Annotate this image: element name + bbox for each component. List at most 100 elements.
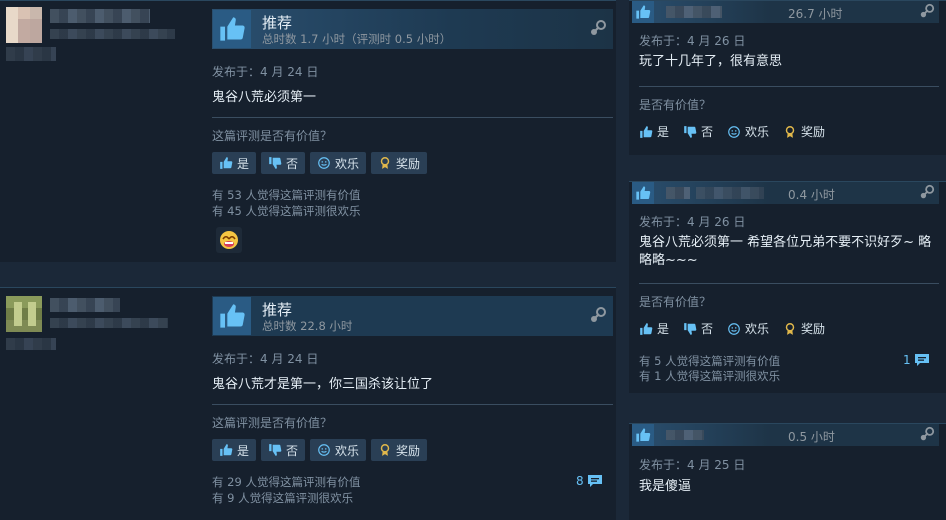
vote-yes-button[interactable]: 是 [212,152,257,174]
comment-count: 1 [903,353,911,367]
award-icon [380,157,390,169]
vote-yes-button[interactable]: 是 [212,439,257,461]
review-author[interactable] [6,7,201,61]
comment-bubble-icon [587,475,602,487]
vote-no-label: 否 [701,322,714,336]
divider [212,117,613,118]
award-label: 奖励 [396,156,421,171]
review-card: 推荐 总时数 22.8 小时 发布于：4 月 24 日 鬼谷八荒才是第一，你三国… [0,287,616,520]
award-icon [380,444,390,456]
main-review-column: 推荐 总时数 1.7 小时（评测时 0.5 小时） 发布于：4 月 24 日 鬼… [0,0,616,520]
review-separator [0,262,616,286]
author-name-blurred[interactable] [50,298,120,312]
comment-count-link[interactable]: 1 [903,353,930,367]
thumbs-up-icon [220,157,233,169]
posted-date: 发布于：4 月 26 日 [639,34,746,48]
recommendation-label: 推荐 [262,301,293,319]
received-award-icon[interactable] [216,227,242,253]
review-content: 鬼谷八荒必须第一 希望各位兄弟不要不识好歹~ 略略略~~~ [639,235,932,268]
award-button[interactable]: 奖励 [371,439,428,461]
steam-icon[interactable] [919,426,935,442]
thumbs-up-icon [632,1,654,23]
vote-funny-label: 欢乐 [745,125,770,139]
vote-buttons: 是 否 欢乐 奖励 [212,152,428,174]
recommendation-label: 推荐 [262,14,293,32]
vote-no-button[interactable]: 否 [683,123,713,140]
award-button[interactable]: 奖励 [783,123,825,140]
helpful-count: 有 53 人觉得这篇评测有价值 [212,188,361,202]
recommendation-header: 推荐 总时数 1.7 小时（评测时 0.5 小时） [212,9,613,49]
funny-count: 有 1 人觉得这篇评测很欢乐 [639,369,781,383]
smiley-icon [728,322,740,335]
vote-no-label: 否 [286,156,299,171]
side-review-card: 0.4 小时 发布于：4 月 26 日 鬼谷八荒必须第一 希望各位兄弟不要不识好… [629,181,946,393]
hours-played: 总时数 22.8 小时 [262,319,353,333]
thumbs-down-icon [684,322,697,335]
vote-no-button[interactable]: 否 [683,320,713,337]
avatar[interactable] [6,296,42,332]
thumbs-down-icon [269,444,282,456]
author-avatar-fragment [6,338,56,350]
award-label: 奖励 [396,443,421,458]
award-icon [785,322,795,335]
author-name-blurred[interactable] [666,187,690,199]
hours-played: 0.4 小时 [788,188,835,202]
author-name-blurred[interactable] [666,6,722,18]
posted-date: 发布于：4 月 24 日 [212,352,319,366]
vote-funny-label: 欢乐 [335,156,360,171]
smiley-icon [318,444,330,456]
vote-buttons: 是 否 欢乐 奖励 [639,320,825,337]
award-label: 奖励 [801,322,826,336]
posted-date: 发布于：4 月 24 日 [212,65,319,79]
vote-funny-label: 欢乐 [335,443,360,458]
vote-funny-button[interactable]: 欢乐 [727,123,769,140]
vote-funny-button[interactable]: 欢乐 [310,152,367,174]
vote-yes-button[interactable]: 是 [639,320,669,337]
review-author[interactable] [6,296,201,350]
hours-played: 总时数 1.7 小时（评测时 0.5 小时） [262,32,452,46]
review-content: 玩了十几年了，很有意思 [639,54,783,69]
helpful-question: 这篇评测是否有价值？ [212,416,333,430]
recommendation-header: 推荐 总时数 22.8 小时 [212,296,613,336]
thumbs-up-icon [640,322,653,335]
author-avatar-fragment [6,47,56,61]
steam-icon[interactable] [919,3,935,19]
avatar[interactable] [6,7,42,43]
vote-yes-button[interactable]: 是 [639,123,669,140]
steam-icon[interactable] [919,184,935,200]
side-review-card: 26.7 小时 发布于：4 月 26 日 玩了十几年了，很有意思 是否有价值？ … [629,0,946,155]
author-stats-blurred [50,318,168,328]
vote-funny-button[interactable]: 欢乐 [310,439,367,461]
vote-yes-label: 是 [237,443,250,458]
posted-date: 发布于：4 月 25 日 [639,458,746,472]
helpful-count: 有 29 人觉得这篇评测有价值 [212,475,361,489]
thumbs-up-icon [632,424,654,446]
author-stats-blurred [50,29,175,39]
recommendation-header: 0.5 小时 [632,424,939,446]
vote-no-button[interactable]: 否 [261,152,306,174]
thumbs-up-icon [640,125,653,138]
divider [212,404,613,405]
vote-funny-label: 欢乐 [745,322,770,336]
award-button[interactable]: 奖励 [783,320,825,337]
vote-funny-button[interactable]: 欢乐 [727,320,769,337]
vote-buttons: 是 否 欢乐 奖励 [639,123,825,140]
steam-icon[interactable] [589,306,607,324]
vote-no-button[interactable]: 否 [261,439,306,461]
hours-played: 26.7 小时 [788,7,843,21]
helpful-question: 这篇评测是否有价值？ [212,129,333,143]
recommendation-header: 0.4 小时 [632,182,939,204]
steam-icon[interactable] [589,19,607,37]
review-stats: 有 5 人觉得这篇评测有价值 有 1 人觉得这篇评测很欢乐 [639,354,780,384]
comment-bubble-icon [914,354,929,366]
comment-count-link[interactable]: 8 [576,474,603,488]
thumbs-down-icon [684,125,697,138]
thumbs-up-icon [213,10,251,48]
thumbs-down-icon [269,157,282,169]
author-name-blurred[interactable] [666,430,704,440]
review-card: 推荐 总时数 1.7 小时（评测时 0.5 小时） 发布于：4 月 24 日 鬼… [0,0,616,262]
review-stats: 有 53 人觉得这篇评测有价值 有 45 人觉得这篇评测很欢乐 [212,187,360,219]
author-name-blurred[interactable] [50,9,150,23]
award-button[interactable]: 奖励 [371,152,428,174]
helpful-count: 有 5 人觉得这篇评测有价值 [639,354,781,368]
